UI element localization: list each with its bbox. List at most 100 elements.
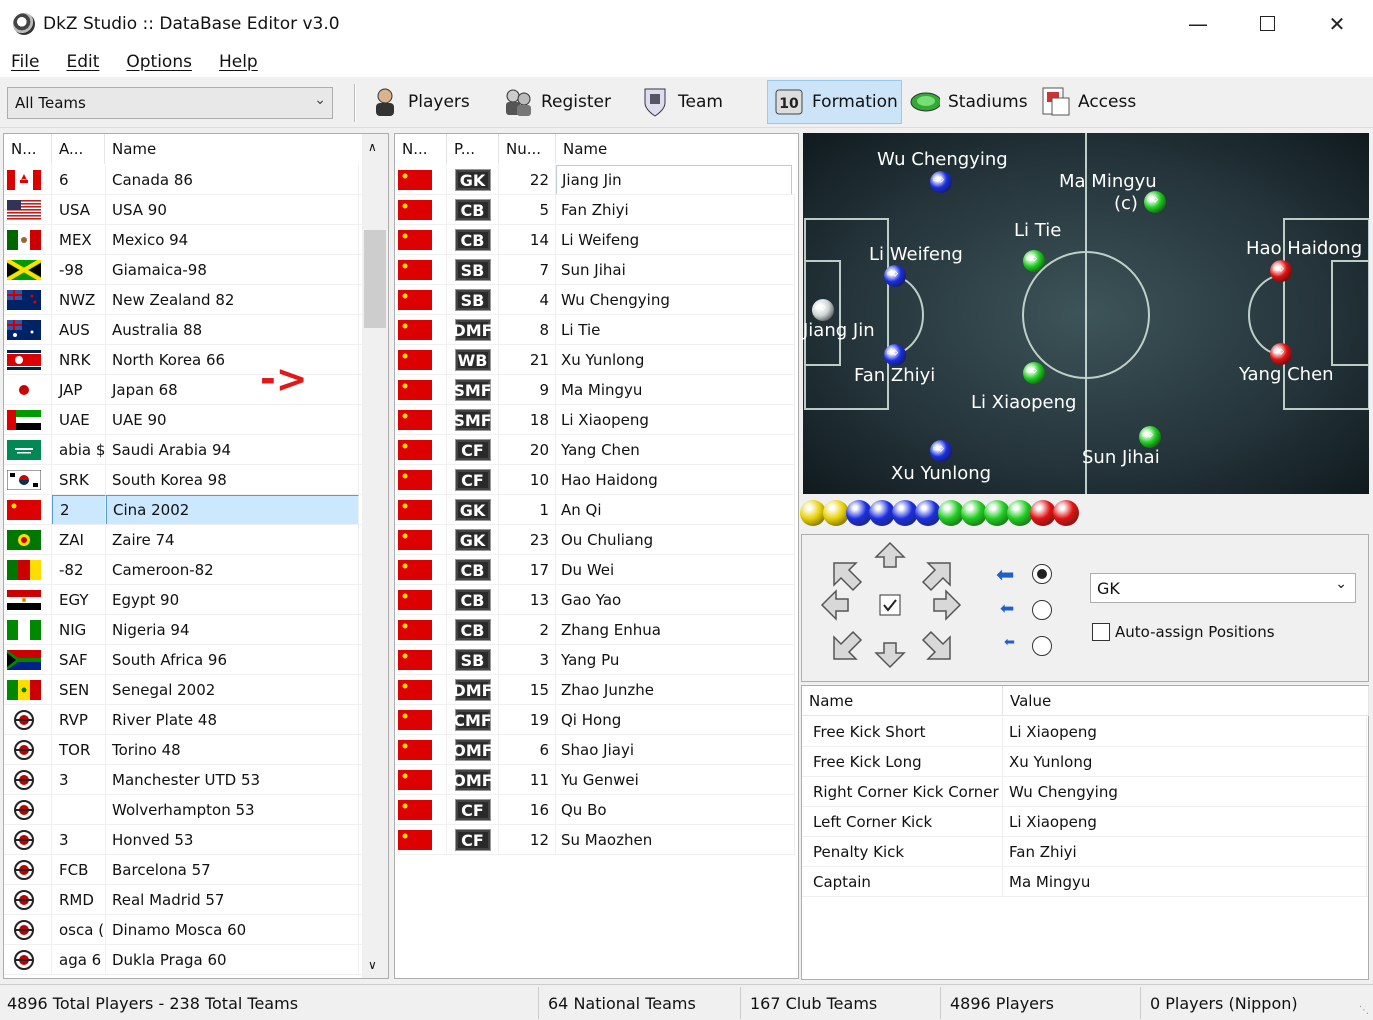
player-token-icon[interactable]: ⇨ <box>812 299 834 321</box>
team-filter-dropdown[interactable]: All Teams ⌄ <box>7 87 333 119</box>
menu-file[interactable]: File <box>11 52 39 72</box>
player-row[interactable]: WB 21 Xu Yunlong <box>395 345 795 375</box>
team-row[interactable]: RMD Real Madrid 57 <box>4 885 363 915</box>
close-button[interactable]: ✕ <box>1302 0 1372 47</box>
radio-small[interactable] <box>1032 636 1052 656</box>
team-button[interactable]: Team <box>640 80 723 124</box>
player-token-icon[interactable]: ⇨ <box>1023 362 1045 384</box>
team-row[interactable]: TOR Torino 48 <box>4 735 363 765</box>
radio-large[interactable] <box>1032 564 1052 584</box>
player-row[interactable]: GK 22 Jiang Jin <box>395 165 795 195</box>
player-row[interactable]: CB 17 Du Wei <box>395 555 795 585</box>
player-token-icon[interactable]: ⇨ <box>884 265 906 287</box>
menu-options[interactable]: Options <box>126 52 192 72</box>
players-header-name[interactable]: Name <box>556 134 798 164</box>
player-row[interactable]: SB 3 Yang Pu <box>395 645 795 675</box>
players-header-pos[interactable]: P... <box>447 134 499 164</box>
team-row[interactable]: NWZ New Zealand 82 <box>4 285 363 315</box>
player-row[interactable]: CF 12 Su Maozhen <box>395 825 795 855</box>
team-row[interactable]: MEX Mexico 94 <box>4 225 363 255</box>
team-row[interactable]: 3 Honved 53 <box>4 825 363 855</box>
teams-header-name[interactable]: Name <box>105 134 363 164</box>
formation-button[interactable]: 10 Formation <box>767 80 902 124</box>
team-row[interactable]: 2 Cina 2002 <box>4 495 363 525</box>
set-piece-row[interactable]: Free Kick Short Li Xiaopeng <box>802 717 1368 747</box>
kv-header-name[interactable]: Name <box>802 686 1003 716</box>
team-row[interactable]: 3 Manchester UTD 53 <box>4 765 363 795</box>
teams-scroll-thumb[interactable] <box>364 230 386 328</box>
team-row[interactable]: JAP Japan 68 <box>4 375 363 405</box>
team-row[interactable]: SAF South Africa 96 <box>4 645 363 675</box>
teams-header-flag[interactable]: N... <box>4 134 52 164</box>
team-row[interactable]: EGY Egypt 90 <box>4 585 363 615</box>
radio-medium[interactable] <box>1032 600 1052 620</box>
position-select[interactable]: GK ⌄ <box>1090 573 1356 603</box>
menu-help[interactable]: Help <box>219 52 258 72</box>
team-row[interactable]: aga 6 Dukla Praga 60 <box>4 945 363 975</box>
player-row[interactable]: SB 4 Wu Chengying <box>395 285 795 315</box>
player-row[interactable]: DMF 15 Zhao Junzhe <box>395 675 795 705</box>
player-token-icon[interactable]: ⇨ <box>1270 343 1292 365</box>
set-piece-row[interactable]: Captain Ma Mingyu <box>802 867 1368 897</box>
team-row[interactable]: abia $ Saudi Arabia 94 <box>4 435 363 465</box>
minimize-button[interactable]: — <box>1163 0 1233 47</box>
team-row[interactable]: Wolverhampton 53 <box>4 795 363 825</box>
player-token-icon[interactable]: ⇨ <box>930 440 952 462</box>
player-row[interactable]: CB 14 Li Weifeng <box>395 225 795 255</box>
menu-edit[interactable]: Edit <box>66 52 99 72</box>
set-piece-row[interactable]: Free Kick Long Xu Yunlong <box>802 747 1368 777</box>
stadiums-button[interactable]: Stadiums <box>910 80 1028 124</box>
player-row[interactable]: OMF 6 Shao Jiayi <box>395 735 795 765</box>
set-piece-row[interactable]: Right Corner Kick Corner Wu Chengying <box>802 777 1368 807</box>
set-piece-row[interactable]: Penalty Kick Fan Zhiyi <box>802 837 1368 867</box>
kv-header-value[interactable]: Value <box>1003 686 1369 716</box>
team-row[interactable]: AUS Australia 88 <box>4 315 363 345</box>
player-token-icon[interactable]: ⇨ <box>930 171 952 193</box>
team-row[interactable]: NRK North Korea 66 <box>4 345 363 375</box>
player-token-icon[interactable]: ⇨ <box>884 344 906 366</box>
team-row[interactable]: FCB Barcelona 57 <box>4 855 363 885</box>
players-button[interactable]: Players <box>370 80 470 124</box>
team-row[interactable]: -82 Cameroon-82 <box>4 555 363 585</box>
access-button[interactable]: Access <box>1040 80 1136 124</box>
player-row[interactable]: GK 1 An Qi <box>395 495 795 525</box>
player-row[interactable]: CF 16 Qu Bo <box>395 795 795 825</box>
player-token-icon[interactable]: ⇨ <box>1144 191 1166 213</box>
players-header-nation[interactable]: N... <box>395 134 447 164</box>
player-row[interactable]: CB 5 Fan Zhiyi <box>395 195 795 225</box>
register-button[interactable]: Register <box>503 80 611 124</box>
move-arrows[interactable] <box>820 541 970 671</box>
player-row[interactable]: CB 2 Zhang Enhua <box>395 615 795 645</box>
player-row[interactable]: GK 23 Ou Chuliang <box>395 525 795 555</box>
scroll-up-icon[interactable]: ∧ <box>368 140 377 154</box>
team-row[interactable]: -98 Giamaica-98 <box>4 255 363 285</box>
team-row[interactable]: SEN Senegal 2002 <box>4 675 363 705</box>
team-row[interactable]: USA USA 90 <box>4 195 363 225</box>
player-row[interactable]: CB 13 Gao Yao <box>395 585 795 615</box>
player-row[interactable]: CMF 19 Qi Hong <box>395 705 795 735</box>
player-row[interactable]: CF 10 Hao Haidong <box>395 465 795 495</box>
teams-scrollbar[interactable]: ∧ ∨ <box>362 134 388 978</box>
player-row[interactable]: SB 7 Sun Jihai <box>395 255 795 285</box>
team-row[interactable]: RVP River Plate 48 <box>4 705 363 735</box>
player-token-icon[interactable]: ⇨ <box>1139 426 1161 448</box>
player-row[interactable]: SMF 9 Ma Mingyu <box>395 375 795 405</box>
player-row[interactable]: OMF 11 Yu Genwei <box>395 765 795 795</box>
scroll-down-icon[interactable]: ∨ <box>368 958 377 972</box>
resize-grip-icon[interactable]: ⋱ <box>1359 1005 1369 1016</box>
team-row[interactable]: osca (Dinamo Mosca 60 <box>4 915 363 945</box>
team-row[interactable]: SRK South Korea 98 <box>4 465 363 495</box>
team-row[interactable]: 6 Canada 86 <box>4 165 363 195</box>
auto-assign-checkbox[interactable] <box>1092 623 1110 641</box>
formation-pitch[interactable]: ⇨ ⇨ ⇨ ⇨ ⇨ ⇨ ⇨ ⇨ ⇨ ⇨ ⇨ Wu Chengying Ma Mingyu (c) Li Ti… <box>803 133 1369 494</box>
teams-header-abbr[interactable]: A... <box>52 134 105 164</box>
team-row[interactable]: NIG Nigeria 94 <box>4 615 363 645</box>
set-piece-row[interactable]: Left Corner Kick Li Xiaopeng <box>802 807 1368 837</box>
player-token-icon[interactable]: ⇨ <box>1270 260 1292 282</box>
maximize-button[interactable] <box>1232 0 1302 47</box>
team-row[interactable]: ZAI Zaire 74 <box>4 525 363 555</box>
player-row[interactable]: SMF 18 Li Xiaopeng <box>395 405 795 435</box>
players-header-number[interactable]: Nu... <box>499 134 556 164</box>
player-token-icon[interactable]: ⇨ <box>1023 250 1045 272</box>
player-row[interactable]: DMF 8 Li Tie <box>395 315 795 345</box>
